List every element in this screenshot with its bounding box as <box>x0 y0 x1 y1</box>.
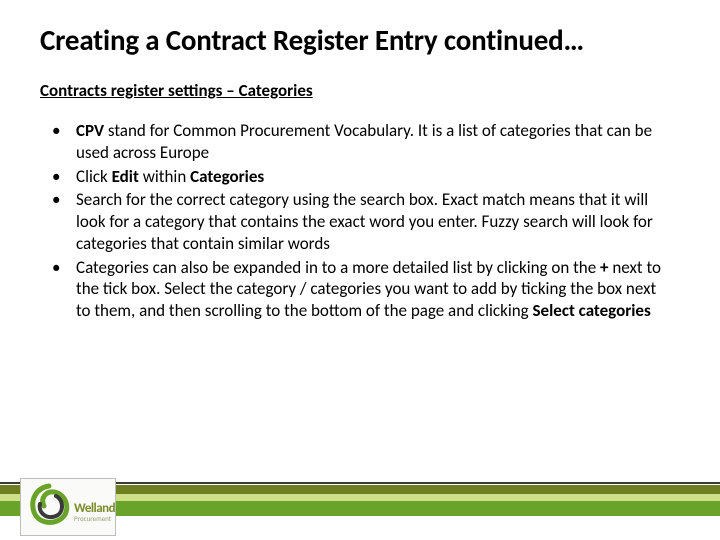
text-bold: Select categories <box>533 300 651 321</box>
list-item: Search for the correct category using th… <box>52 189 666 254</box>
text: Categories can also be expanded in to a … <box>76 257 600 278</box>
text-bold: CPV <box>76 120 104 141</box>
text: Search for the correct category using th… <box>76 189 653 254</box>
text-bold: Categories <box>190 166 264 187</box>
list-item: Click Edit within Categories <box>52 166 666 188</box>
list-item: CPV stand for Common Procurement Vocabul… <box>52 120 666 164</box>
text: within <box>139 166 190 187</box>
brand-logo: Welland Procurement <box>20 478 116 536</box>
logo-brand-bottom: Procurement <box>74 515 115 522</box>
text: stand for Common Procurement Vocabulary.… <box>76 120 652 163</box>
swirl-icon <box>26 482 72 528</box>
logo-text: Welland Procurement <box>74 502 115 522</box>
slide: Creating a Contract Register Entry conti… <box>0 0 720 540</box>
slide-title: Creating a Contract Register Entry conti… <box>40 22 680 58</box>
bullet-list: CPV stand for Common Procurement Vocabul… <box>52 120 666 324</box>
list-item: Categories can also be expanded in to a … <box>52 257 666 322</box>
text-bold: Edit <box>112 166 139 187</box>
text-bold: + <box>600 257 608 278</box>
text: Click <box>76 166 112 187</box>
slide-subtitle: Contracts register settings – Categories <box>40 80 313 101</box>
